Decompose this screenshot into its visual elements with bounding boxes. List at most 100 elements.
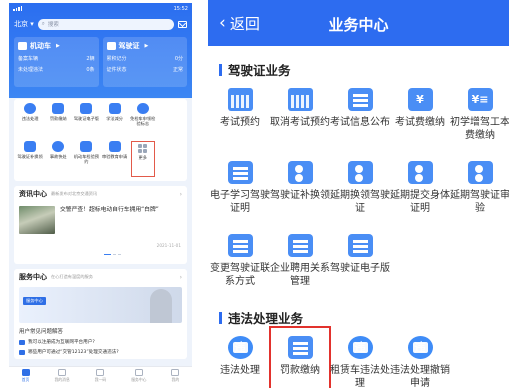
city-selector[interactable]: 北京 ▾ [14, 19, 34, 29]
violation-services-grid: 违违法处理 罚款缴纳 违租赁车违法处理 违违法处理撤销申请 [210, 326, 509, 388]
faq-item[interactable]: 我可以注册成为互联网平台用户? [19, 339, 182, 345]
service-icon [134, 368, 143, 376]
tab-messages[interactable]: 我的消息 [55, 368, 70, 383]
vehicle-card[interactable]: 机动车 ▶ 备案车辆 2辆 未处理违法 0条 [14, 37, 99, 87]
service-study[interactable]: 学法减分 [100, 103, 128, 139]
question-icon [19, 349, 25, 355]
tab-service[interactable]: 服务中心 [131, 368, 146, 383]
accident-icon [52, 141, 65, 152]
app-home-screen: 15:52 北京 ▾ ⌕ 搜索 机动车 ▶ 备案车辆 2辆 未处理违法 0条 驾驶证 ▶ [9, 3, 192, 384]
carousel-dots [104, 253, 121, 255]
item-change-contact[interactable]: 变更驾驶证联系方式 [210, 225, 270, 298]
item-exam-booking[interactable]: 考试预约 [210, 79, 270, 152]
chevron-right-icon: ▶ [144, 42, 149, 49]
search-placeholder: 搜索 [47, 22, 59, 28]
service-more[interactable]: 更多 [130, 141, 155, 177]
section-violation: 违法处理业务 [219, 308, 509, 327]
news-item[interactable]: 交警严查！超标电动自行车拥用“白牌” [19, 206, 182, 234]
bill-icon [287, 336, 313, 359]
service-license-renew[interactable]: 驾驶证补换领 [16, 141, 44, 177]
search-input[interactable]: ⌕ 搜索 [37, 18, 174, 30]
business-center-screen: ‹ 返回 业务中心 驾驶证业务 考试预约 取消考试预约 考试信息公布 ¥ 考试费缴纳… [208, 0, 509, 388]
calendar-icon [80, 141, 93, 152]
qrcode-icon [96, 368, 105, 376]
service-vehicle-check[interactable]: 机动车检验预约 [72, 141, 100, 177]
id-card-icon [287, 161, 313, 184]
faq-title: 用户常见问题解答 [19, 329, 64, 335]
document-icon [108, 141, 121, 152]
question-icon [19, 339, 25, 345]
chevron-right-icon: ▶ [56, 42, 60, 49]
service-center-title: 服务中心 [19, 273, 47, 281]
signal-icon [13, 6, 22, 11]
rental-violation-icon: 违 [347, 336, 373, 359]
page-title: 业务中心 [328, 16, 389, 34]
status-bar: 15:52 [9, 3, 192, 14]
search-icon: ⌕ [41, 20, 45, 27]
business-header: ‹ 返回 业务中心 [208, 0, 509, 46]
tab-code[interactable]: 我一码 [95, 368, 106, 383]
fee-icon: ¥ [407, 88, 433, 111]
review-card-icon [467, 161, 493, 184]
fee-card-icon: ¥≡ [467, 88, 493, 111]
item-delay-review[interactable]: 延期驾驶证审验 [450, 152, 509, 225]
home-header: 15:52 北京 ▾ ⌕ 搜索 机动车 ▶ 备案车辆 2辆 未处理违法 0条 驾驶证 ▶ [9, 3, 192, 98]
item-learner-fee[interactable]: ¥≡ 初学增驾工本费缴纳 [450, 79, 509, 152]
home-icon [21, 368, 30, 376]
phone-card-icon [227, 234, 253, 257]
chevron-right-icon[interactable]: › [180, 191, 182, 198]
news-thumbnail [19, 206, 55, 234]
item-rental-violation[interactable]: 违租赁车违法处理 [330, 327, 390, 388]
item-exam-info[interactable]: 考试信息公布 [330, 79, 390, 152]
license-icon [80, 103, 93, 114]
calendar-cancel-icon [287, 88, 313, 111]
item-employer[interactable]: 企业聘用关系管理 [270, 225, 330, 298]
service-grid: 违法处理 罚款缴纳 驾驶证电子版 学法减分 免检车申领检验标志 驾驶证补换领 事… [14, 99, 187, 181]
service-placeholder [157, 103, 185, 139]
car-icon [18, 41, 27, 50]
item-e-license[interactable]: 驾驶证电子版 [330, 225, 390, 298]
section-marker [219, 311, 222, 324]
item-exam-fee[interactable]: ¥ 考试费缴纳 [390, 79, 450, 152]
faq-item[interactable]: 哪些用户可通过“交管12123”处理交通违法? [19, 349, 182, 355]
revoke-violation-icon: 违 [407, 336, 433, 359]
service-elicense[interactable]: 驾驶证电子版 [72, 103, 100, 139]
bottom-tab-bar: 首页 我的消息 我一码 服务中心 我的 [9, 366, 192, 384]
news-headline: 交警严查！超标电动自行车拥用“白牌” [60, 207, 159, 213]
service-violation[interactable]: 违法处理 [16, 103, 44, 139]
item-e-study[interactable]: 电子学习驾驶证明 [210, 152, 270, 225]
chevron-right-icon[interactable]: › [180, 274, 182, 281]
service-education[interactable]: 审验教育申请 [100, 141, 128, 177]
item-license-renew[interactable]: 驾驶证补换领 [270, 152, 330, 225]
book-icon [108, 103, 121, 114]
service-accident[interactable]: 事故快处 [44, 141, 72, 177]
service-inspection-free[interactable]: 免检车申领检验标志 [129, 103, 157, 139]
violation-icon [24, 103, 37, 114]
health-card-icon [407, 161, 433, 184]
calendar-icon [227, 88, 253, 111]
mail-icon[interactable] [178, 20, 187, 28]
renew-icon [24, 141, 37, 152]
item-cancel-exam[interactable]: 取消考试预约 [270, 79, 330, 152]
item-violation-revoke[interactable]: 违违法处理撤销申请 [390, 327, 450, 388]
document-icon [227, 161, 253, 184]
violation-icon: 违 [227, 336, 253, 359]
bill-icon [52, 103, 65, 114]
id-clock-icon [347, 161, 373, 184]
item-violation-handle[interactable]: 违违法处理 [210, 327, 270, 388]
item-delay-health[interactable]: 延期提交身体证明 [390, 152, 450, 225]
section-marker [219, 63, 222, 76]
announcement-icon [347, 88, 373, 111]
news-section: 资讯中心 最新发布对北京交通资讯 › 交警严查！超标电动自行车拥用“白牌” 2021… [14, 186, 187, 264]
item-delay-renew[interactable]: 延期换领驾驶证 [330, 152, 390, 225]
tab-home[interactable]: 首页 [21, 368, 30, 383]
item-fine-payment[interactable]: 罚款缴纳 [269, 326, 331, 388]
tab-me[interactable]: 我的 [171, 368, 180, 383]
badge-icon [136, 103, 149, 114]
agent-image [150, 289, 172, 323]
license-icon [106, 41, 116, 50]
grid-icon [138, 144, 148, 153]
license-card[interactable]: 驾驶证 ▶ 累积记分 0分 证件状态 正常 [102, 37, 187, 87]
service-fine[interactable]: 罚款缴纳 [44, 103, 72, 139]
service-banner[interactable]: 服务中心 [19, 287, 182, 323]
